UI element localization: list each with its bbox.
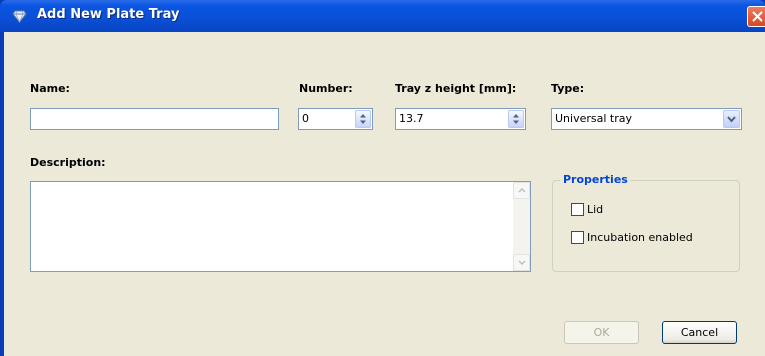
- type-selected-value: Universal tray: [555, 112, 632, 125]
- lid-label[interactable]: Lid: [587, 203, 603, 216]
- description-scrollbar[interactable]: [513, 182, 530, 271]
- properties-group-title: Properties: [560, 173, 631, 186]
- chevron-down-icon: [727, 116, 736, 123]
- tray-z-height-spinner[interactable]: 13.7: [395, 108, 526, 130]
- lid-checkbox[interactable]: [571, 203, 584, 216]
- window-title: Add New Plate Tray: [37, 7, 180, 22]
- description-textarea[interactable]: [30, 181, 531, 272]
- close-icon: [752, 11, 763, 22]
- tray-z-spin-button[interactable]: [508, 110, 524, 128]
- dialog-window: Add New Plate Tray Name: Number: Tray z …: [0, 0, 765, 356]
- scroll-down-button[interactable]: [513, 254, 530, 271]
- number-spin-button[interactable]: [355, 110, 371, 128]
- gem-icon: [12, 8, 27, 23]
- cancel-button[interactable]: Cancel: [662, 321, 737, 344]
- scroll-down-icon: [518, 260, 526, 265]
- ok-button[interactable]: OK: [564, 321, 639, 344]
- close-button[interactable]: [747, 6, 765, 27]
- type-dropdown-button[interactable]: [723, 110, 740, 128]
- description-label: Description:: [30, 156, 106, 169]
- properties-group: [552, 180, 740, 272]
- spin-arrows-icon: [360, 114, 366, 124]
- scroll-up-icon: [518, 188, 526, 193]
- incubation-enabled-label[interactable]: Incubation enabled: [587, 231, 693, 244]
- dialog-body: Name: Number: Tray z height [mm]: Type: …: [4, 32, 765, 356]
- incubation-enabled-checkbox[interactable]: [571, 231, 584, 244]
- scroll-up-button[interactable]: [513, 182, 530, 199]
- number-spinner[interactable]: 0: [298, 108, 373, 130]
- spin-arrows-icon: [513, 114, 519, 124]
- title-bar[interactable]: Add New Plate Tray: [0, 0, 765, 32]
- type-select[interactable]: Universal tray: [551, 108, 742, 130]
- number-label: Number:: [299, 82, 353, 95]
- tray-z-height-label: Tray z height [mm]:: [395, 82, 517, 95]
- tray-z-height-value: 13.7: [399, 112, 424, 125]
- type-label: Type:: [551, 82, 585, 95]
- number-value: 0: [302, 112, 309, 125]
- name-label: Name:: [30, 82, 70, 95]
- name-input[interactable]: [30, 108, 279, 130]
